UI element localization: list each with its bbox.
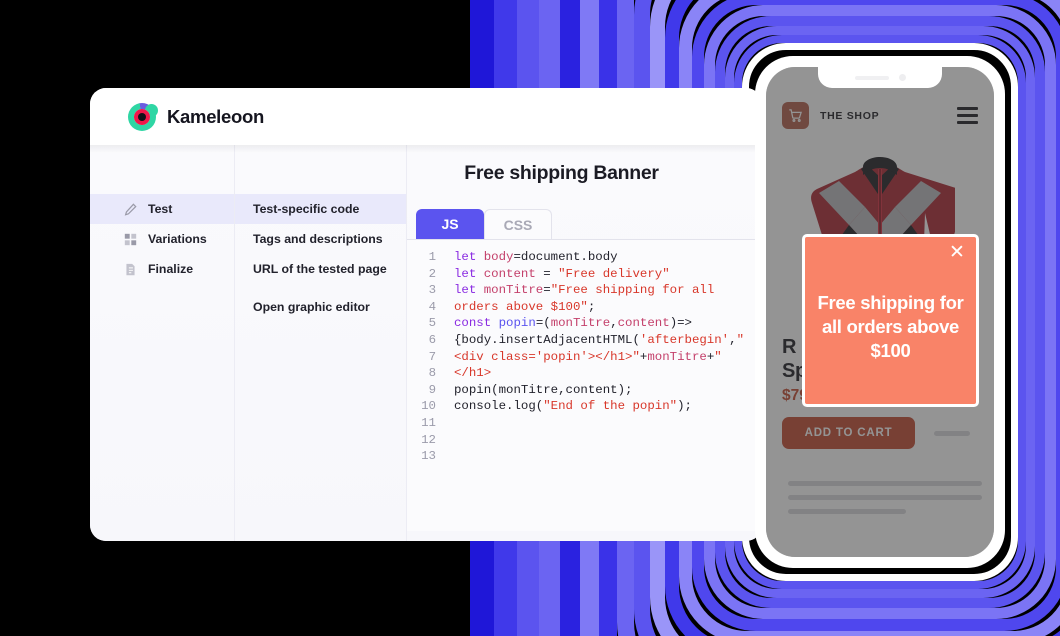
subnav-item-tags-and-descriptions[interactable]: Tags and descriptions — [235, 224, 406, 254]
editor-line-numbers: 1 2 3 4 5 6 7 8 9 10 11 12 13 — [407, 249, 443, 531]
kameleoon-logo-icon — [128, 102, 158, 131]
line-number: 11 — [421, 415, 436, 430]
brand-name: Kameleoon — [167, 105, 265, 127]
sidebar-item-label: Finalize — [148, 262, 194, 276]
tab-label: CSS — [503, 216, 533, 233]
screenshot-root: Kameleoon Test Variations Finalize Test-… — [0, 0, 1060, 636]
line-number: 6 — [428, 332, 436, 347]
phone-notch — [818, 67, 942, 88]
subnav-item-label: Test-specific code — [253, 202, 360, 216]
sidebar-item-label: Test — [148, 202, 173, 216]
line-number: 13 — [421, 449, 436, 464]
line-number: 10 — [421, 399, 436, 414]
sidebar-subnav: Test-specific code Tags and descriptions… — [235, 145, 407, 541]
sidebar-nav: Test Variations Finalize — [90, 145, 235, 541]
subnav-item-label: Tags and descriptions — [253, 232, 383, 246]
line-number: 4 — [428, 299, 436, 314]
phone-mockup: THE SHOP R Sports Jacket $79,99 ADD TO C… — [755, 56, 1005, 568]
subnav-item-label: Open graphic editor — [253, 300, 370, 314]
pencil-icon — [124, 202, 137, 216]
line-number: 5 — [428, 316, 436, 331]
tab-css[interactable]: CSS — [484, 209, 552, 239]
tab-label: JS — [441, 216, 459, 232]
free-shipping-popup: ✕ Free shipping for all orders above $10… — [802, 234, 979, 407]
subnav-item-open-graphic-editor[interactable]: Open graphic editor — [235, 292, 406, 322]
editor-code[interactable]: let body=document.body let content = "Fr… — [443, 249, 762, 531]
line-number: 7 — [428, 349, 436, 364]
line-number: 8 — [428, 366, 436, 381]
app-header: Kameleoon — [90, 88, 762, 145]
sidebar-item-variations[interactable]: Variations — [90, 224, 234, 254]
main-content: Free shipping Banner JS CSS 1 2 3 4 5 6 7 8 9 10 1… — [407, 145, 762, 541]
subnav-item-label: URL of the tested page — [253, 262, 387, 276]
phone-screen: THE SHOP R Sports Jacket $79,99 ADD TO C… — [766, 67, 994, 557]
sidebar-item-label: Variations — [148, 232, 207, 246]
grid-icon — [124, 233, 137, 245]
phone-camera — [898, 74, 906, 81]
phone-speaker — [854, 75, 889, 80]
editor-tabs: JS CSS — [407, 209, 762, 239]
line-number: 2 — [428, 266, 436, 281]
close-x-icon[interactable]: ✕ — [947, 243, 967, 263]
sidebar-item-test[interactable]: Test — [90, 194, 234, 224]
tab-js[interactable]: JS — [416, 209, 484, 239]
subnav-item-test-specific-code[interactable]: Test-specific code — [235, 194, 406, 224]
line-number: 1 — [428, 250, 436, 264]
popup-message: Free shipping for all orders above $100 — [817, 291, 964, 361]
code-editor[interactable]: 1 2 3 4 5 6 7 8 9 10 11 12 13 let body=document.body… — [407, 239, 762, 531]
subnav-item-url-of-tested-page[interactable]: URL of the tested page — [235, 254, 406, 284]
line-number: 9 — [428, 382, 436, 397]
line-number: 3 — [428, 283, 436, 298]
kameleoon-app-window: Kameleoon Test Variations Finalize Test-… — [90, 88, 762, 541]
line-number: 12 — [421, 432, 436, 447]
page-title: Free shipping Banner — [464, 162, 659, 184]
sidebar-item-finalize[interactable]: Finalize — [90, 254, 234, 284]
app-body: Test Variations Finalize Test-specific c… — [90, 145, 762, 541]
document-icon — [126, 263, 135, 275]
